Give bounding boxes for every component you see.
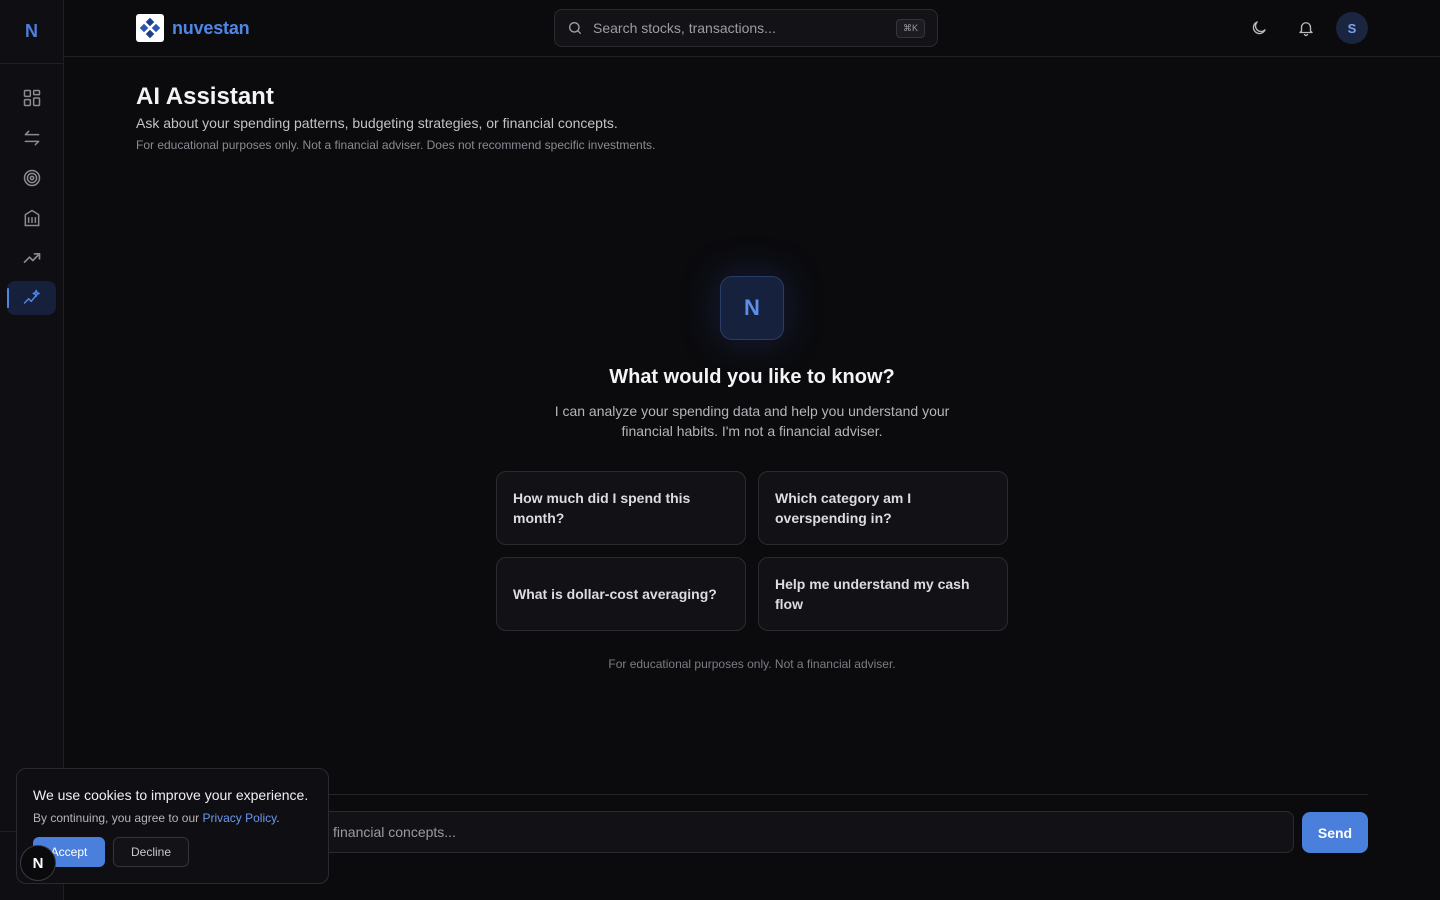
empty-state-description: I can analyze your spending data and hel… <box>554 403 950 439</box>
theme-toggle-button[interactable] <box>1247 16 1271 40</box>
sidebar-item-investments[interactable] <box>7 241 56 275</box>
trending-up-icon <box>23 253 40 263</box>
suggestion-card[interactable]: How much did I spend this month? <box>496 471 746 545</box>
sidebar-item-institutions[interactable] <box>7 201 56 235</box>
empty-state-title: What would you like to know? <box>609 366 895 388</box>
building-icon <box>24 209 39 227</box>
page-disclaimer: For educational purposes only. Not a fin… <box>136 138 656 152</box>
cookie-title: We use cookies to improve your experienc… <box>33 787 309 803</box>
cookie-text: By continuing, you agree to our Privacy … <box>33 811 312 825</box>
floating-assistant-button[interactable]: N <box>20 845 56 881</box>
sidebar-logo[interactable]: N <box>0 0 63 64</box>
bell-icon <box>1299 22 1313 37</box>
target-icon <box>23 169 40 187</box>
notifications-button[interactable] <box>1294 16 1318 40</box>
top-bar: nuvestan Search stocks, transactions... … <box>64 0 1440 57</box>
decline-cookies-button[interactable]: Decline <box>113 837 189 867</box>
brand[interactable]: nuvestan <box>136 14 250 42</box>
suggestion-card[interactable]: What is dollar-cost averaging? <box>496 557 746 631</box>
cookie-actions: Accept Decline <box>33 837 189 867</box>
sidebar: N <box>0 0 64 900</box>
brand-logo-icon <box>136 14 164 42</box>
moon-icon <box>1252 21 1266 35</box>
page-title: AI Assistant <box>136 83 274 110</box>
brand-name: nuvestan <box>172 17 250 38</box>
cookie-text-body: By continuing, you agree to our <box>33 811 200 825</box>
avatar[interactable]: S <box>1336 12 1368 44</box>
sidebar-item-transactions[interactable] <box>7 121 56 155</box>
cookie-banner: We use cookies to improve your experienc… <box>16 768 329 884</box>
grid-icon <box>23 89 40 107</box>
assistant-badge: N <box>720 276 784 340</box>
search-icon <box>569 22 581 34</box>
suggestion-card[interactable]: Help me understand my cash flow <box>758 557 1008 631</box>
footer-disclaimer: For educational purposes only. Not a fin… <box>608 657 896 671</box>
cookie-text-period: . <box>276 811 280 825</box>
arrows-swap-icon <box>24 130 39 146</box>
search-placeholder: Search stocks, transactions... <box>593 20 776 36</box>
search-shortcut-badge: ⌘K <box>895 18 925 38</box>
sidebar-item-ai-assistant[interactable] <box>7 281 56 315</box>
search-input[interactable]: Search stocks, transactions... ⌘K <box>554 9 938 47</box>
suggestion-card[interactable]: Which category am I overspending in? <box>758 471 1008 545</box>
message-input-placeholder: financial concepts... <box>333 824 456 840</box>
page-subtitle: Ask about your spending patterns, budget… <box>136 115 618 131</box>
sidebar-item-dashboard[interactable] <box>7 81 56 115</box>
sparkles-icon <box>23 289 40 304</box>
send-button[interactable]: Send <box>1302 812 1368 853</box>
sidebar-item-goals[interactable] <box>7 161 56 195</box>
privacy-policy-link[interactable]: Privacy Policy <box>202 811 276 825</box>
